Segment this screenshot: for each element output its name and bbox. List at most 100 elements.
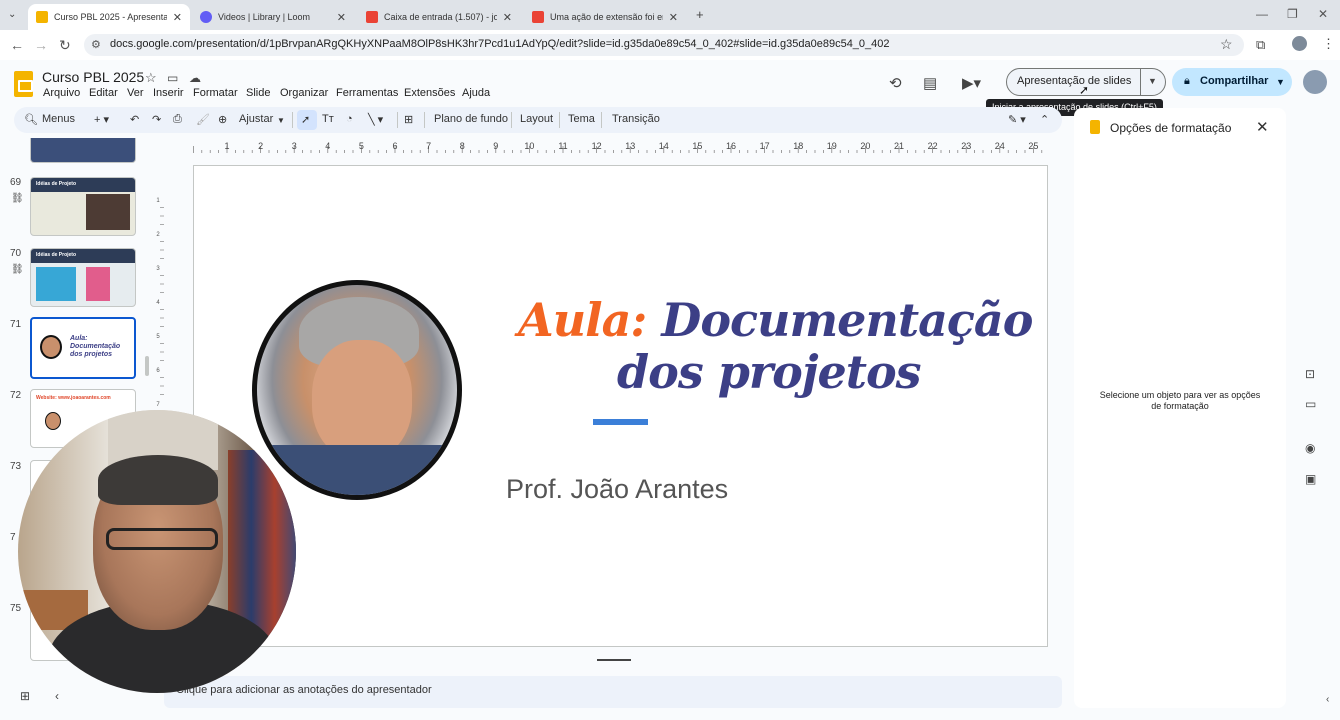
accent-bar[interactable] [593,419,648,425]
version-history-icon[interactable]: ⟲ [889,74,902,92]
tab-search-icon[interactable]: ⌄ [8,9,16,20]
expand-side-panel-icon[interactable]: ‹ [1326,694,1329,705]
close-icon[interactable]: ✕ [503,11,512,24]
print-icon[interactable]: ⎙ [173,113,182,126]
menu-inserir[interactable]: Inserir [153,87,184,99]
close-icon[interactable]: ✕ [173,11,182,24]
line-icon[interactable]: ╲ ▾ [368,113,383,126]
menu-ferramentas[interactable]: Ferramentas [336,87,398,99]
window-close-icon[interactable]: ✕ [1318,7,1328,21]
close-icon[interactable]: ✕ [669,11,678,24]
menu-organizar[interactable]: Organizar [280,87,328,99]
site-info-icon[interactable]: ⚙ [91,38,101,51]
ruler-label: 6 [392,141,397,151]
account-avatar[interactable] [1303,70,1327,94]
slide-thumbnail-68[interactable] [30,138,136,163]
slide-thumbnail-71[interactable]: Aula: Documentação dos projetos [30,317,136,379]
webcam-overlay[interactable] [18,410,296,693]
horizontal-ruler[interactable]: 1 2 3 4 5 6 7 8 9 10 11 12 13 14 15 16 17 18 19 20 21 22 23 24 2… [190,140,1048,154]
keep-icon[interactable]: ⊡ [1305,367,1315,381]
transition-button[interactable]: Transição [612,113,660,125]
extensions-icon[interactable]: ⧉ [1256,37,1265,53]
notes-resize-handle[interactable] [597,659,631,661]
vruler-label: 2 [156,232,160,238]
new-slide-button[interactable]: + ▾ [94,113,109,126]
close-icon[interactable]: ✕ [337,11,346,24]
ruler-label: 14 [659,141,669,151]
folder-icon[interactable]: ▭ [1305,397,1316,411]
present-dropdown-icon[interactable]: ▼ [1148,76,1157,86]
back-icon[interactable]: ← [10,37,24,53]
pen-tool-icon[interactable]: ✎ ▾ [1008,113,1026,126]
menu-editar[interactable]: Editar [89,87,118,99]
browser-tab-gmail-extension[interactable]: Uma ação de extensão foi envia ✕ [524,4,686,30]
slide-title-line2[interactable]: dos projetos [617,345,922,399]
profile-avatar[interactable] [1292,36,1307,51]
bookmark-star-icon[interactable]: ☆ [1220,36,1233,53]
share-dropdown-icon[interactable]: ▼ [1276,77,1285,87]
background-button[interactable]: Plano de fundo [434,113,508,125]
undo-icon[interactable]: ↶ [130,113,139,126]
search-menus-input[interactable]: Menus [42,113,75,125]
paint-format-icon[interactable]: 🖌︎ [196,113,210,126]
move-folder-icon[interactable]: ▭ [167,71,178,85]
shape-icon[interactable]: ◔ [346,113,353,125]
thumb-title: Idéias de Projeto [36,181,77,187]
ruler-label: 15 [692,141,702,151]
webcam-presenter-glasses [106,528,218,550]
zoom-select[interactable]: Ajustar [239,113,273,125]
minimize-icon[interactable]: — [1256,7,1268,21]
record-icon[interactable]: ◉ [1305,441,1315,455]
ruler-label: 9 [493,141,498,151]
mouse-cursor-icon: ➚ [1079,83,1090,97]
select-cursor-icon[interactable]: ➚ [301,113,310,126]
close-panel-icon[interactable]: ✕ [1256,118,1269,136]
browser-tab-slides[interactable]: Curso PBL 2025 - Apresentaçã ✕ [28,4,190,30]
restore-icon[interactable]: ❐ [1287,7,1298,21]
theme-button[interactable]: Tema [568,113,595,125]
slide-number: 72 [10,390,22,401]
slide-author[interactable]: Prof. João Arantes [506,474,728,505]
new-tab-button[interactable]: + [696,7,704,22]
filmstrip-scrollbar[interactable] [145,356,149,376]
slide-thumbnail-69[interactable]: Idéias de Projeto [30,177,136,236]
menu-formatar[interactable]: Formatar [193,87,238,99]
meet-video-icon[interactable]: ▶▾ [962,74,981,92]
text-box-icon[interactable]: Tт [322,113,334,125]
google-slides-icon [36,11,48,23]
comments-icon[interactable]: ▤ [923,74,937,92]
slide-number: 69 [10,177,22,188]
reload-icon[interactable]: ↻ [59,37,71,54]
document-title[interactable]: Curso PBL 2025 [42,69,144,85]
menu-extensoes[interactable]: Extensões [404,87,455,99]
menu-ajuda[interactable]: Ajuda [462,87,490,99]
ruler-label: 24 [995,141,1005,151]
layout-button[interactable]: Layout [520,113,553,125]
vruler-label: 7 [156,402,160,408]
video-icon[interactable]: ▣ [1305,472,1316,486]
star-icon[interactable]: ☆ [145,70,157,86]
google-slides-logo[interactable] [14,71,33,97]
browser-tab-loom[interactable]: Videos | Library | Loom ✕ [192,4,354,30]
zoom-dropdown-icon[interactable]: ▼ [277,116,285,125]
toolbar-divider [601,112,602,128]
search-menus-icon[interactable]: 🔍︎ [24,113,38,126]
slide-thumbnail-70[interactable]: Idéias de Projeto [30,248,136,307]
menu-slide[interactable]: Slide [246,87,270,99]
menu-arquivo[interactable]: Arquivo [43,87,80,99]
add-comment-icon[interactable]: ⊞ [404,113,413,126]
browser-tab-gmail-inbox[interactable]: Caixa de entrada (1.507) - joao ✕ [358,4,520,30]
slide-title-line1[interactable]: Aula: Documentação [518,293,1033,347]
redo-icon[interactable]: ↷ [152,113,161,126]
collapse-toolbar-icon[interactable]: ⌃ [1040,113,1049,126]
share-button-label[interactable]: Compartilhar [1200,75,1268,87]
zoom-icon[interactable]: ⊕ [218,113,227,126]
ruler-label: 22 [928,141,938,151]
url-text[interactable]: docs.google.com/presentation/d/1pBrvpanA… [110,38,890,50]
browser-menu-icon[interactable]: ⋮ [1322,36,1335,52]
ruler-label: 4 [325,141,330,151]
present-button-label[interactable]: Apresentação de slides [1017,75,1131,87]
grid-view-icon[interactable]: ⊞ [20,689,30,703]
menu-ver[interactable]: Ver [127,87,144,99]
forward-icon[interactable]: → [34,37,48,53]
